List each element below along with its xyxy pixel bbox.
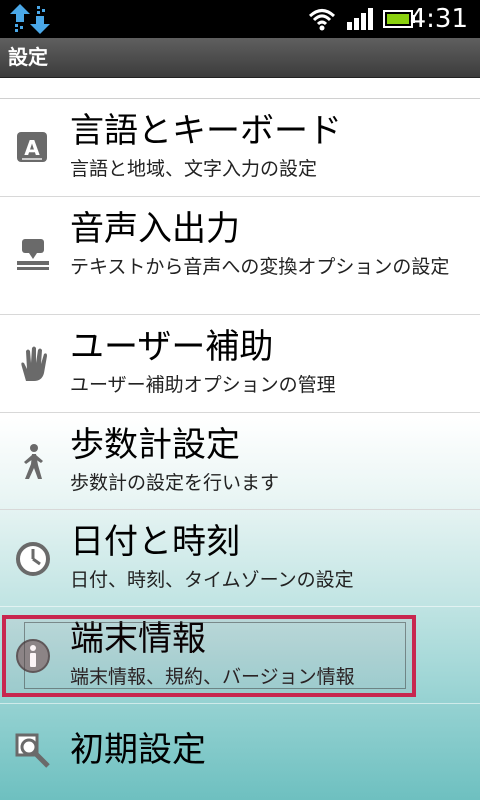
list-item-label: 音声入出力 — [70, 209, 240, 249]
list-item-label: ユーザー補助 — [70, 327, 274, 367]
list-item-date-time[interactable]: 日付と時刻 日付、時刻、タイムゾーンの設定 — [0, 510, 480, 607]
signal-icon — [347, 8, 373, 30]
list-item-initial-setup[interactable]: 初期設定 — [0, 704, 480, 800]
list-item-summary: 歩数計の設定を行います — [70, 472, 280, 494]
magnifier-icon — [15, 733, 50, 768]
fade-mask — [0, 78, 480, 100]
page-title: 設定 — [8, 45, 48, 69]
wifi-icon — [308, 9, 336, 31]
speech-icon — [17, 239, 49, 270]
hand-icon — [21, 346, 47, 381]
list-item-label: 日付と時刻 — [70, 522, 240, 562]
walker-icon — [24, 444, 43, 479]
keyboard-a-icon: A — [17, 132, 47, 162]
list-item-accessibility[interactable]: ユーザー補助 ユーザー補助オプションの管理 — [0, 315, 480, 413]
status-clock: 4:31 — [409, 4, 468, 34]
settings-list[interactable]: A 言語とキーボード 言語と地域、文字入力の設定 音声入出力 テキストから音声へ… — [0, 78, 480, 800]
clock-icon — [16, 542, 50, 576]
svg-text:A: A — [24, 136, 40, 160]
title-bar: 設定 — [0, 38, 480, 78]
list-item-label: 歩数計設定 — [70, 425, 240, 465]
selection-highlight — [2, 615, 416, 697]
list-item-summary: テキストから音声への変換オプションの設定 — [70, 256, 450, 278]
list-item-summary: 言語と地域、文字入力の設定 — [70, 158, 318, 180]
list-item-pedometer[interactable]: 歩数計設定 歩数計の設定を行います — [0, 413, 480, 510]
sync-arrows-icon — [10, 4, 50, 34]
list-item-label: 言語とキーボード — [70, 111, 342, 151]
selection-highlight-inner — [24, 622, 406, 689]
list-item-summary: 日付、時刻、タイムゾーンの設定 — [70, 569, 354, 591]
list-item-label: 初期設定 — [70, 730, 206, 770]
list-item-summary: ユーザー補助オプションの管理 — [70, 374, 336, 396]
list-item-language-keyboard[interactable]: A 言語とキーボード 言語と地域、文字入力の設定 — [0, 99, 480, 197]
scrolled-off-item — [0, 78, 480, 100]
status-bar: 4:31 — [0, 0, 480, 38]
list-item-voice-io[interactable]: 音声入出力 テキストから音声への変換オプションの設定 — [0, 197, 480, 315]
